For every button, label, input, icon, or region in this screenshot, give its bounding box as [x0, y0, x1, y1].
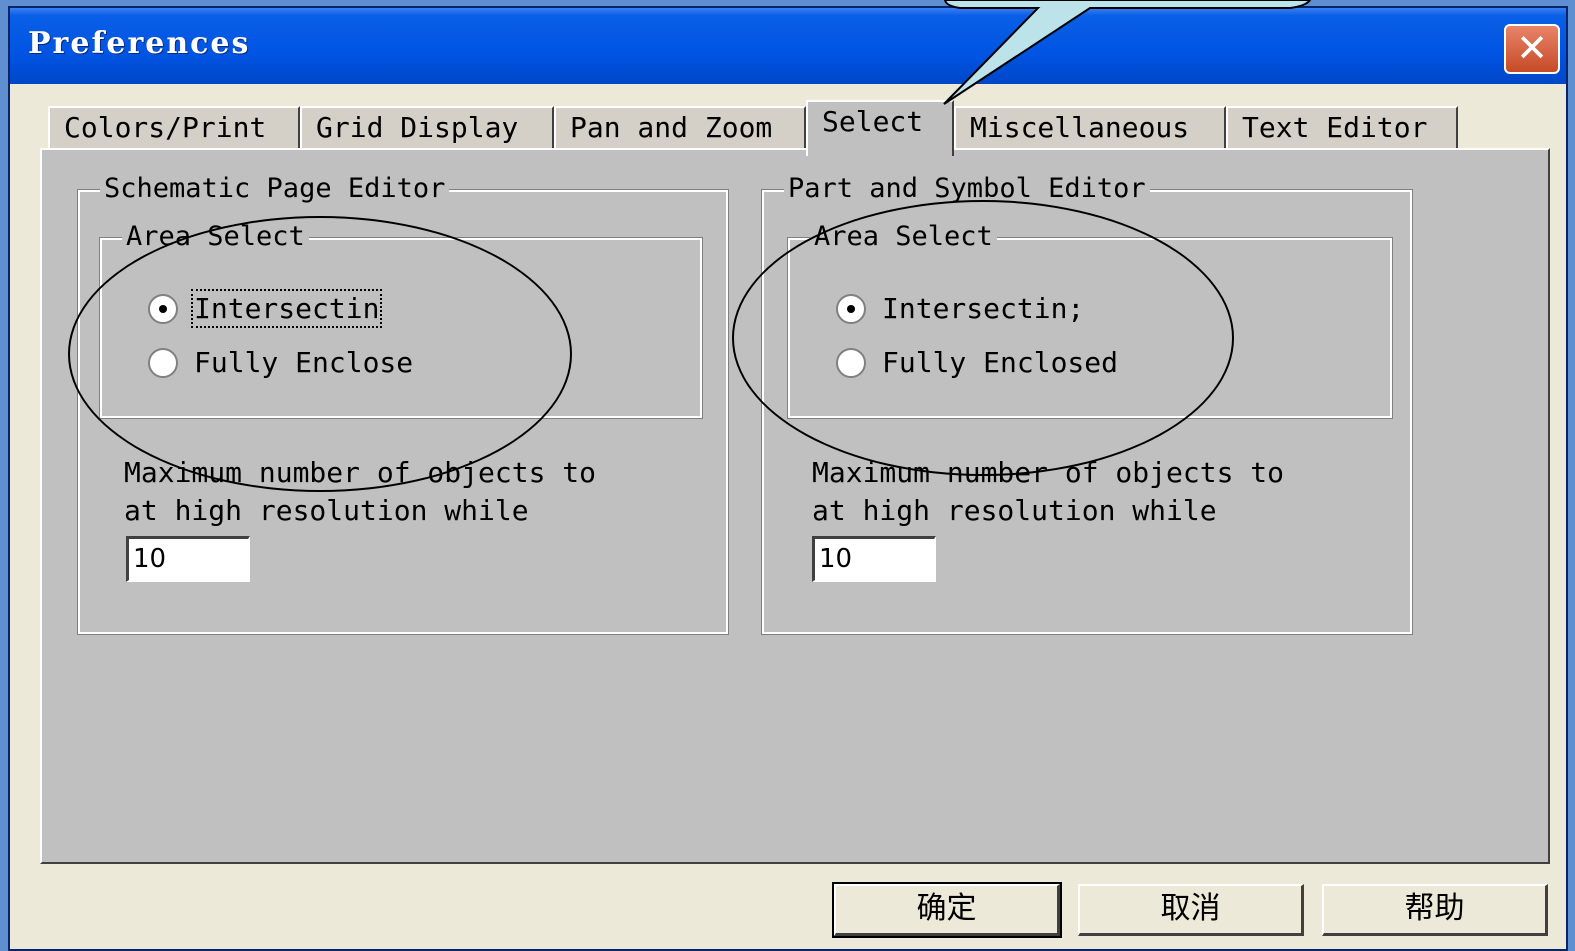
area-select-group: Area Select Intersectin; Fully Enclosed: [787, 220, 1393, 419]
radio-fully-enclosed[interactable]: Fully Enclose: [148, 346, 413, 379]
radio-intersecting[interactable]: Intersectin: [148, 289, 383, 328]
callout-bubble: [943, 0, 1312, 105]
radio-button-icon[interactable]: [148, 347, 178, 378]
preferences-window: Preferences ✕ Colors/Print Grid Display …: [8, 6, 1568, 951]
radio-label: Intersectin;: [882, 292, 1085, 325]
radio-fully-enclosed[interactable]: Fully Enclosed: [836, 346, 1118, 379]
radio-intersecting[interactable]: Intersectin;: [836, 292, 1084, 325]
max-objects-label-line2: at high resolution while: [812, 494, 1217, 527]
radio-button-icon[interactable]: [836, 347, 866, 378]
area-select-group: Area Select Intersectin Fully Enclose: [99, 220, 703, 419]
select-tab-panel: Schematic Page Editor Area Select Inters…: [40, 148, 1550, 864]
part-symbol-editor-group: Part and Symbol Editor Area Select Inter…: [761, 172, 1413, 635]
callout-shape: [943, 0, 1312, 105]
radio-label: Intersectin: [190, 289, 383, 328]
group-title: Area Select: [122, 220, 309, 254]
radio-label: Fully Enclosed: [882, 346, 1119, 379]
radio-button-icon[interactable]: [836, 293, 866, 324]
group-title: Schematic Page Editor: [100, 172, 450, 206]
radio-label: Fully Enclose: [194, 346, 414, 379]
cancel-button[interactable]: 取消: [1078, 884, 1304, 936]
help-button[interactable]: 帮助: [1322, 884, 1548, 936]
group-title: Part and Symbol Editor: [784, 172, 1150, 206]
max-objects-label-line2: at high resolution while: [124, 494, 529, 527]
max-objects-input[interactable]: 10: [126, 536, 250, 582]
max-objects-input[interactable]: 10: [812, 536, 936, 582]
radio-button-icon[interactable]: [148, 293, 178, 324]
max-objects-label: Maximum number of objects to: [124, 456, 597, 489]
max-objects-label: Maximum number of objects to: [812, 456, 1285, 489]
schematic-page-editor-group: Schematic Page Editor Area Select Inters…: [77, 172, 729, 635]
ok-button[interactable]: 确定: [832, 882, 1062, 938]
group-title: Area Select: [810, 220, 997, 254]
